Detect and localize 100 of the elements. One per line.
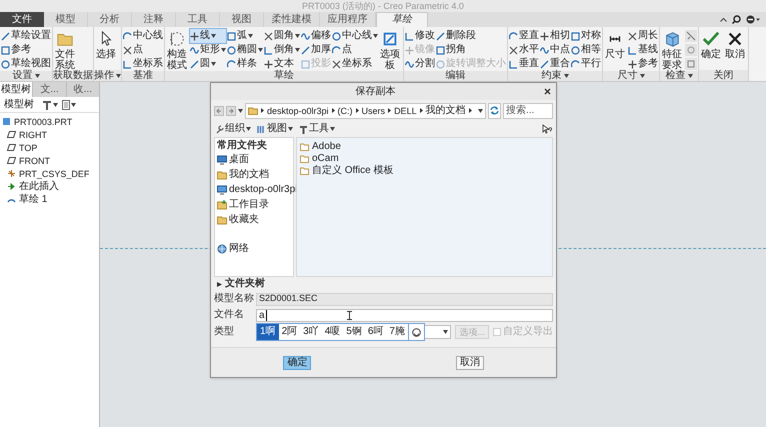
group-label: 编辑 — [404, 71, 507, 81]
ribbon-button[interactable]: 圆 — [190, 57, 226, 71]
window-title: PRT0003 (活动的) - Creo Parametric 4.0 — [302, 1, 464, 11]
ime-candidate[interactable]: 5锕 — [343, 324, 365, 340]
group-label: 关闭 — [699, 70, 748, 81]
search-field[interactable]: 搜索... — [503, 102, 553, 118]
ribbon-large-button[interactable]: 特征要求 — [661, 29, 683, 71]
sidebar-heading: 常用文件夹 — [216, 139, 268, 152]
tree-item[interactable]: TOP — [19, 142, 38, 154]
ribbon-button[interactable]: 倒角 — [264, 43, 300, 57]
toolbar-button[interactable]: 工具 — [299, 123, 335, 135]
ribbon-large-button[interactable]: 选项板 — [379, 29, 401, 71]
dialog-button[interactable]: 取消 — [456, 356, 484, 370]
sidebar-item[interactable]: 网络 — [215, 241, 293, 256]
ribbon-button[interactable]: 中点 — [540, 43, 570, 57]
sidebar-item[interactable]: 桌面 — [215, 152, 293, 167]
panel-tab[interactable]: 收... — [66, 82, 99, 97]
ribbon-large-button[interactable]: 选择 — [95, 29, 117, 60]
field-label: 类型 — [214, 326, 235, 338]
tree-item[interactable]: 草绘 1 — [19, 194, 48, 206]
ime-candidate[interactable]: 6呵 — [364, 324, 386, 340]
ime-candidate[interactable]: 2阿 — [278, 324, 300, 340]
ime-candidate[interactable]: 3吖 — [300, 324, 322, 340]
group-label[interactable]: 尺寸 — [603, 71, 659, 81]
ribbon-button[interactable]: 修改 — [405, 29, 435, 43]
ribbon-button[interactable]: 平行 — [571, 57, 601, 71]
ime-candidate[interactable]: 7腌 — [386, 324, 408, 340]
path-segment[interactable]: 我的文档 — [426, 104, 466, 116]
group-label[interactable]: 约束 — [508, 71, 602, 81]
file-item[interactable]: Adobe — [300, 141, 552, 153]
ribbon-button[interactable]: 点 — [332, 43, 378, 57]
file-item[interactable]: 自定义 Office 模板 — [300, 165, 552, 177]
group-label[interactable]: 操作 — [94, 70, 121, 81]
path-segment[interactable]: (C:) — [338, 104, 353, 116]
ime-candidate[interactable]: 1啊 — [257, 324, 279, 340]
file-item[interactable]: oCam — [300, 153, 552, 165]
ribbon-button[interactable]: 分割 — [405, 57, 435, 71]
tree-item[interactable]: RIGHT — [19, 128, 47, 140]
ribbon-button[interactable]: 坐标系 — [332, 57, 378, 71]
model-name-field[interactable]: S2D0001.SEC — [256, 292, 553, 306]
ribbon-button[interactable]: 中心线 — [332, 29, 378, 43]
ribbon-large-button[interactable]: 确定 — [700, 29, 722, 60]
field-label: 文件名 — [214, 309, 245, 321]
ribbon-button[interactable]: 相切 — [540, 29, 570, 43]
ribbon-button[interactable]: 偏移 — [301, 29, 331, 43]
sidebar-item[interactable]: 我的文档 — [215, 167, 293, 182]
ribbon-button[interactable]: 重合 — [540, 57, 570, 71]
ribbon-button[interactable]: 样条 — [227, 57, 263, 71]
ribbon-button[interactable]: 线 — [190, 29, 226, 43]
ribbon-button[interactable]: 对称 — [571, 29, 601, 43]
ribbon-large-button[interactable]: 文件系统 — [54, 29, 76, 71]
ribbon-button[interactable]: 水平 — [509, 43, 539, 57]
ribbon-button[interactable]: 参考 — [1, 43, 51, 57]
ribbon-large-button[interactable]: 取消 — [724, 29, 746, 60]
folder-tree-toggle[interactable]: 文件夹树 — [211, 277, 271, 291]
tree-item[interactable]: PRT_CSYS_DEF — [19, 168, 90, 180]
tree-item[interactable]: FRONT — [19, 154, 50, 166]
ribbon-button[interactable]: 中心线 — [123, 29, 163, 43]
ribbon-button[interactable]: 矩形 — [190, 43, 226, 57]
ribbon-button[interactable]: 删除段 — [436, 29, 506, 43]
dialog-title: 保存副本 — [354, 86, 396, 98]
ribbon-button[interactable]: 竖直 — [509, 29, 539, 43]
ribbon-tab[interactable]: 文件 — [0, 12, 44, 27]
ribbon-large-button[interactable]: 构造模式 — [166, 29, 188, 71]
ribbon-button[interactable]: 周长 — [628, 29, 658, 43]
ribbon-button[interactable]: 参考 — [628, 57, 658, 71]
ime-candidate[interactable]: 4嗄 — [322, 324, 344, 340]
path-bar[interactable]: desktop-o0lr3pi (C:) Users DELL 我的文档 — [245, 102, 486, 118]
ribbon-large-button[interactable]: 尺寸 — [604, 29, 626, 60]
ribbon-button[interactable]: 基线 — [628, 43, 658, 57]
dialog-button[interactable]: 确定 — [283, 356, 312, 370]
ribbon-button[interactable]: 弧 — [227, 29, 263, 43]
group-label: 草绘 — [165, 71, 403, 81]
ribbon-button[interactable]: 圆角 — [264, 29, 300, 43]
path-segment[interactable]: desktop-o0lr3pi — [267, 104, 329, 116]
ribbon-button[interactable]: 坐标系 — [123, 57, 163, 71]
ribbon-button[interactable]: 加厚 — [301, 43, 331, 57]
ribbon-tab[interactable]: 草绘 — [376, 12, 428, 27]
panel-tab[interactable]: 模型树 — [0, 82, 32, 97]
ribbon-button[interactable]: 拐角 — [436, 43, 506, 57]
ribbon-button[interactable]: 草绘视图 — [1, 57, 51, 71]
path-segment[interactable]: DELL — [394, 104, 417, 116]
file-name-field[interactable]: a — [256, 308, 553, 322]
tree-item[interactable]: PRT0003.PRT — [14, 116, 72, 128]
path-segment[interactable]: Users — [362, 104, 386, 116]
sidebar-item[interactable]: 收藏夹 — [215, 212, 293, 227]
ribbon-button[interactable]: 点 — [123, 43, 163, 57]
toolbar-button[interactable]: 视图 — [257, 123, 293, 135]
ribbon-button[interactable]: 相等 — [571, 43, 601, 57]
group-label[interactable]: 检查 — [660, 71, 698, 81]
ribbon-button[interactable]: 垂直 — [509, 57, 539, 71]
field-label: 模型名称 — [214, 293, 254, 305]
tree-item[interactable]: 在此插入 — [19, 180, 59, 192]
group-label[interactable]: 设置 — [0, 71, 52, 81]
ribbon-button[interactable]: 文本 — [264, 57, 300, 71]
panel-tab[interactable]: 文... — [32, 82, 66, 97]
toolbar-button[interactable]: 组织 — [215, 123, 251, 135]
ribbon-button[interactable]: 草绘设置 — [1, 29, 51, 43]
ribbon-button[interactable]: 椭圆 — [227, 43, 263, 57]
sidebar-item[interactable]: 工作目录 — [215, 197, 293, 212]
